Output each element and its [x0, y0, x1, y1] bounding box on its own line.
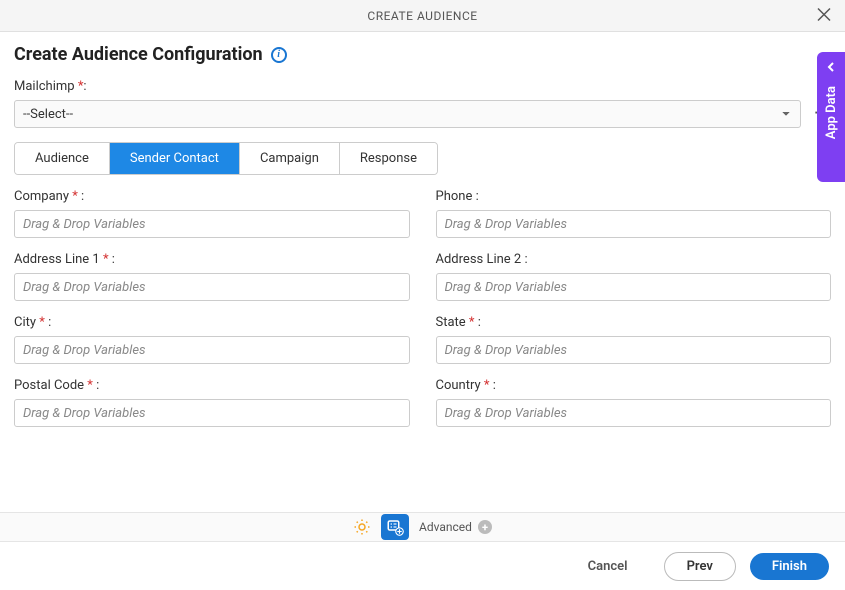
info-icon[interactable]: i: [271, 47, 287, 63]
company-input[interactable]: [14, 210, 410, 238]
modal-header: CREATE AUDIENCE: [0, 0, 845, 32]
footer: Cancel Prev Finish: [0, 542, 845, 590]
country-label: Country * :: [436, 378, 832, 393]
company-field-group: Company * :: [14, 189, 410, 238]
tabs: Audience Sender Contact Campaign Respons…: [14, 142, 438, 175]
prev-button[interactable]: Prev: [664, 552, 736, 581]
state-label: State * :: [436, 315, 832, 330]
phone-label: Phone :: [436, 189, 832, 204]
finish-button[interactable]: Finish: [750, 553, 829, 580]
tab-audience[interactable]: Audience: [15, 143, 110, 174]
address1-field-group: Address Line 1 * :: [14, 252, 410, 301]
advanced-text: Advanced: [419, 520, 472, 534]
city-label: City * :: [14, 315, 410, 330]
company-label: Company * :: [14, 189, 410, 204]
phone-field-group: Phone :: [436, 189, 832, 238]
page-title-row: Create Audience Configuration i: [14, 44, 831, 65]
app-data-panel-toggle[interactable]: App Data: [817, 52, 845, 182]
city-input[interactable]: [14, 336, 410, 364]
app-data-label: App Data: [824, 86, 839, 139]
mailchimp-select[interactable]: --Select--: [14, 100, 801, 128]
postal-input[interactable]: [14, 399, 410, 427]
address1-input[interactable]: [14, 273, 410, 301]
chevron-left-icon: [826, 60, 836, 76]
content-area: Create Audience Configuration i Mailchim…: [0, 32, 845, 427]
close-icon: [817, 7, 831, 21]
city-field-group: City * :: [14, 315, 410, 364]
gear-icon[interactable]: [353, 518, 371, 536]
address2-label: Address Line 2 :: [436, 252, 832, 267]
page-title: Create Audience Configuration: [14, 44, 263, 65]
mailchimp-label: Mailchimp *:: [14, 79, 831, 94]
toolbar: Advanced +: [0, 512, 845, 542]
address1-label: Address Line 1 * :: [14, 252, 410, 267]
state-field-group: State * :: [436, 315, 832, 364]
form-grid: Company * : Phone : Address Line 1 * : A…: [14, 189, 831, 427]
tab-response[interactable]: Response: [340, 143, 437, 174]
tab-sender-contact[interactable]: Sender Contact: [110, 143, 240, 174]
address2-field-group: Address Line 2 :: [436, 252, 832, 301]
address2-input[interactable]: [436, 273, 832, 301]
form-add-icon: [386, 518, 404, 536]
tab-campaign[interactable]: Campaign: [240, 143, 340, 174]
country-field-group: Country * :: [436, 378, 832, 427]
cancel-button[interactable]: Cancel: [566, 553, 650, 580]
modal-title: CREATE AUDIENCE: [367, 9, 477, 23]
plus-circle-icon: +: [478, 520, 492, 534]
country-input[interactable]: [436, 399, 832, 427]
postal-field-group: Postal Code * :: [14, 378, 410, 427]
phone-input[interactable]: [436, 210, 832, 238]
add-config-button[interactable]: [381, 514, 409, 540]
advanced-toggle[interactable]: Advanced +: [419, 520, 492, 534]
mailchimp-select-row: --Select-- +: [14, 100, 831, 128]
postal-label: Postal Code * :: [14, 378, 410, 393]
state-input[interactable]: [436, 336, 832, 364]
close-button[interactable]: [813, 1, 835, 30]
